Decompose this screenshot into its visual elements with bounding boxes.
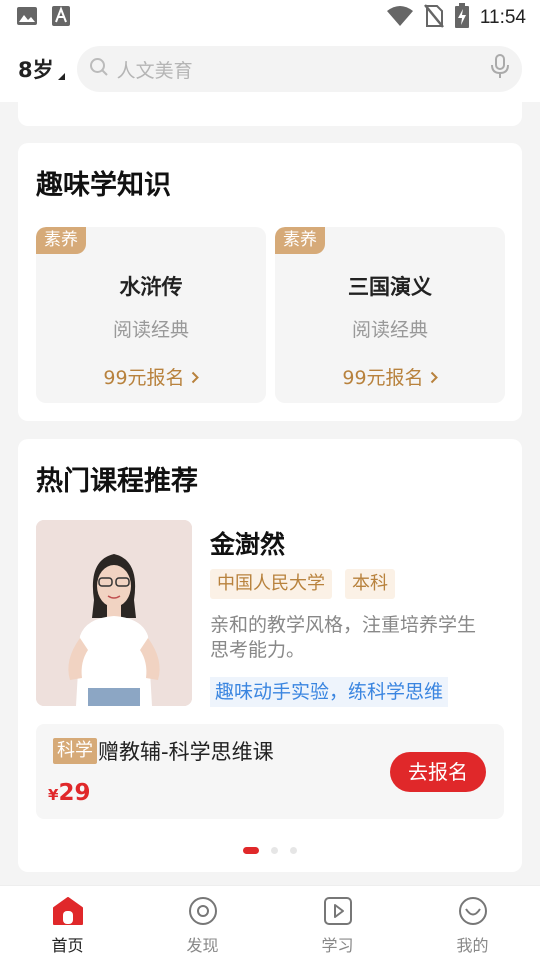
nav-label: 我的 <box>456 936 489 955</box>
subject-tag: 科学 <box>53 738 97 764</box>
category-badge: 素养 <box>36 227 86 254</box>
caret-icon <box>57 73 65 80</box>
bottom-navigation: 首页 发现 学习 我的 <box>0 885 540 960</box>
home-icon <box>52 896 84 930</box>
nav-home[interactable]: 首页 <box>0 886 135 960</box>
fun-knowledge-section: 趣味学知识 素养 水浒传 阅读经典 99元报名 素养 三国演义 阅读经典 99元… <box>18 143 522 421</box>
search-icon <box>89 57 109 81</box>
teacher-description: 亲和的教学风格，注重培养学生思考能力。 <box>210 614 477 661</box>
nav-study[interactable]: 学习 <box>270 886 405 960</box>
course-subtitle: 阅读经典 <box>112 319 189 341</box>
chevron-right-icon <box>191 367 199 389</box>
age-label: 8岁 <box>18 58 54 82</box>
course-slogan: 趣味动手实验，练科学思维 <box>210 677 449 707</box>
carousel-indicator <box>18 847 522 854</box>
carousel-dot[interactable] <box>271 847 278 854</box>
price-value: 29 <box>58 780 91 806</box>
course-title: 三国演义 <box>348 275 432 299</box>
carousel-dot-active[interactable] <box>243 847 259 854</box>
course-subtitle: 阅读经典 <box>351 319 428 341</box>
course-card-shuihu[interactable]: 素养 水浒传 阅读经典 99元报名 <box>36 227 266 403</box>
degree-tag: 本科 <box>345 569 395 599</box>
price-link[interactable]: 99元报名 <box>36 363 266 390</box>
nav-label: 首页 <box>51 936 84 955</box>
font-a-icon <box>52 6 70 30</box>
profile-icon <box>457 896 489 930</box>
teacher-name: 金澍然 <box>210 530 286 559</box>
section-title: 热门课程推荐 <box>36 466 198 497</box>
microphone-icon[interactable] <box>490 54 510 84</box>
play-icon <box>322 896 354 930</box>
age-selector[interactable]: 8岁 <box>18 54 65 84</box>
price-text: 99元报名 <box>342 367 424 389</box>
battery-charging-icon <box>454 3 470 33</box>
currency-symbol: ¥ <box>48 786 59 804</box>
wifi-icon <box>386 5 414 31</box>
section-title: 趣味学知识 <box>36 170 171 201</box>
category-badge: 素养 <box>275 227 325 254</box>
nav-profile[interactable]: 我的 <box>405 886 540 960</box>
course-offer[interactable]: 科学 赠教辅-科学思维课 ¥29 去报名 <box>36 724 504 819</box>
status-bar: 11:54 <box>0 0 540 36</box>
price-text: 99元报名 <box>103 367 185 389</box>
discover-icon <box>187 896 219 930</box>
status-time: 11:54 <box>479 7 526 28</box>
search-placeholder: 人文美育 <box>116 59 193 82</box>
course-title: 赠教辅-科学思维课 <box>98 740 274 764</box>
chevron-right-icon <box>430 367 438 389</box>
course-price: ¥29 <box>48 780 90 806</box>
nav-label: 学习 <box>321 936 354 955</box>
nav-discover[interactable]: 发现 <box>135 886 270 960</box>
enroll-button[interactable]: 去报名 <box>390 752 486 792</box>
hot-courses-section: 热门课程推荐 金澍然 中国人民大学 本科 亲和的教学风格，注重培养学生思考能力。… <box>18 439 522 872</box>
price-link[interactable]: 99元报名 <box>275 363 505 390</box>
previous-section-card <box>18 98 522 126</box>
search-header: 8岁 人文美育 <box>0 36 540 102</box>
teacher-photo[interactable] <box>36 520 192 706</box>
image-icon <box>16 6 38 30</box>
course-title: 水浒传 <box>119 275 183 299</box>
school-tag: 中国人民大学 <box>210 569 332 599</box>
nav-label: 发现 <box>186 936 219 955</box>
no-sim-icon <box>423 4 444 32</box>
carousel-dot[interactable] <box>290 847 297 854</box>
search-input[interactable]: 人文美育 <box>76 46 522 92</box>
course-card-sanguo[interactable]: 素养 三国演义 阅读经典 99元报名 <box>275 227 505 403</box>
